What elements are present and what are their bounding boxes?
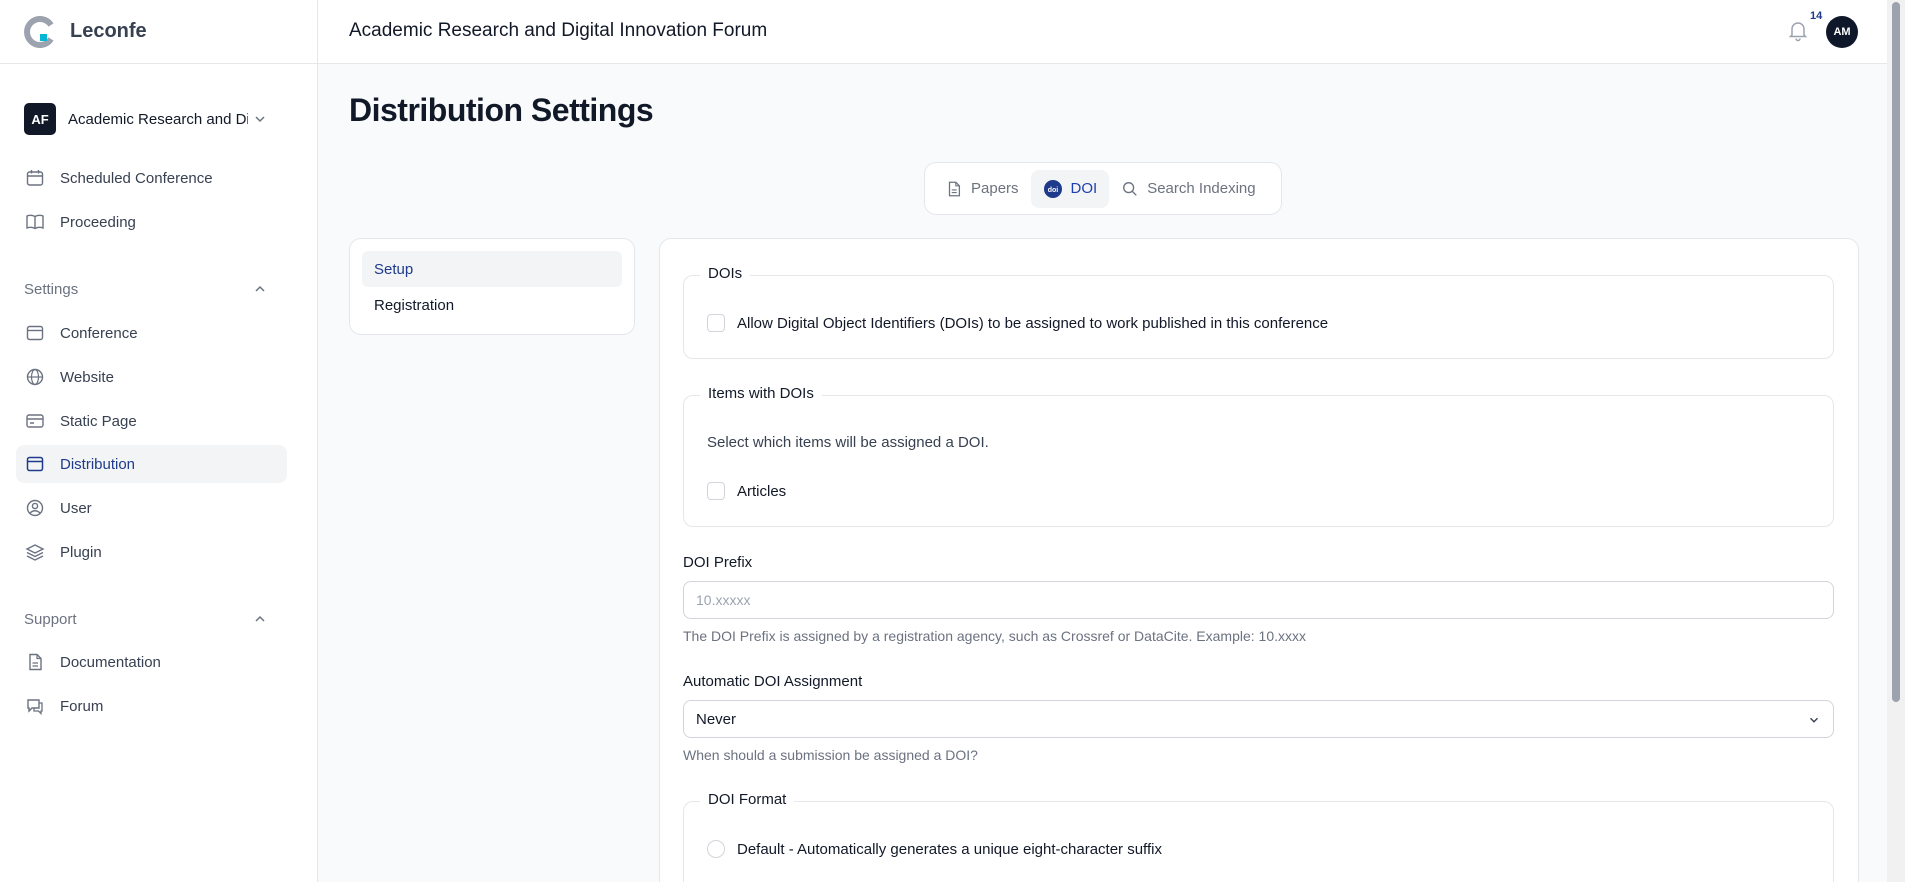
sidebar-item-label: Website [60,368,114,386]
book-icon [24,211,46,233]
subnav-item-registration[interactable]: Registration [362,287,622,323]
sidebar-item-scheduled-conference[interactable]: Scheduled Conference [16,159,287,197]
fieldset-legend: DOI Format [700,791,795,808]
fieldset-legend: DOIs [700,265,751,282]
allow-dois-option[interactable]: Allow Digital Object Identifiers (DOIs) … [707,314,1328,332]
user-circle-icon [24,497,46,519]
sidebar-group-settings[interactable]: Settings [24,277,278,301]
sidebar-group-support[interactable]: Support [24,607,278,631]
sidebar-item-website[interactable]: Website [16,358,287,396]
document-icon [24,651,46,673]
doi-prefix-label: DOI Prefix [683,554,753,571]
subnav-item-setup[interactable]: Setup [362,251,622,287]
page-title: Distribution Settings [349,92,654,128]
brand-name: Leconfe [70,20,147,42]
sidebar-item-proceeding[interactable]: Proceeding [16,203,287,241]
leconfe-logo-icon [24,15,56,48]
document-icon [945,180,963,198]
sidebar-item-user[interactable]: User [16,489,287,527]
tab-label: Search Indexing [1147,180,1256,197]
globe-icon [24,366,46,388]
brand[interactable]: Leconfe [0,0,317,64]
sidebar-item-label: Distribution [60,455,136,473]
calendar-icon [24,167,46,189]
notification-count: 14 [1810,10,1823,22]
tab-label: DOI [1070,180,1098,197]
conference-name: Academic Research and Digital Innovation… [68,110,248,128]
articles-option[interactable]: Articles [707,482,786,500]
doi-icon: doi [1043,179,1063,199]
tab-papers[interactable]: Papers [933,170,1031,208]
window-icon [24,322,46,344]
sidebar-item-label: Scheduled Conference [60,169,213,187]
layers-icon [24,541,46,563]
chevron-down-icon [252,111,268,132]
chat-icon [24,695,46,717]
doi-format-fieldset: DOI Format Default - Automatically gener… [683,791,1834,882]
sidebar-item-label: Conference [60,324,138,342]
window-icon [24,453,46,475]
doi-prefix-help: The DOI Prefix is assigned by a registra… [683,628,1306,644]
checkbox-label: Articles [737,482,787,500]
group-label: Settings [24,280,79,298]
tab-label: Papers [971,180,1019,197]
svg-text:doi: doi [1047,187,1058,194]
header-title: Academic Research and Digital Innovation… [349,20,768,41]
sidebar-item-conference[interactable]: Conference [16,314,287,352]
sidebar-item-label: Forum [60,697,104,715]
sidebar-item-label: Proceeding [60,213,136,231]
items-with-dois-fieldset: Items with DOIs Select which items will … [683,385,1834,527]
fieldset-legend: Items with DOIs [700,385,822,402]
radio-label: Default - Automatically generates a uniq… [737,840,1162,858]
conference-badge: AF [24,103,56,135]
sidebar-item-static-page[interactable]: Static Page [16,402,287,440]
sidebar-item-distribution[interactable]: Distribution [16,445,287,483]
distribution-tabs: Papers doi DOI Search Indexing [924,162,1282,215]
tab-doi[interactable]: doi DOI [1030,169,1110,208]
top-bar: Academic Research and Digital Innovation… [318,0,1887,64]
automatic-doi-assignment-help: When should a submission be assigned a D… [683,747,978,763]
items-help-text: Select which items will be assigned a DO… [707,434,989,451]
sidebar-item-label: Plugin [60,543,102,561]
doi-format-default-option[interactable]: Default - Automatically generates a uniq… [707,840,1162,858]
chevron-up-icon [252,281,268,301]
chevron-up-icon [252,611,268,631]
group-label: Support [24,610,77,628]
automatic-doi-assignment-label: Automatic DOI Assignment [683,673,863,690]
card-icon [24,410,46,432]
doi-settings-panel: DOIs Allow Digital Object Identifiers (D… [659,238,1859,882]
dois-fieldset: DOIs Allow Digital Object Identifiers (D… [683,265,1834,359]
sidebar-item-label: Documentation [60,653,161,671]
checkbox-label: Allow Digital Object Identifiers (DOIs) … [737,314,1329,332]
scrollbar[interactable] [1887,0,1905,882]
sidebar-item-label: Static Page [60,412,137,430]
sidebar-item-documentation[interactable]: Documentation [16,643,287,681]
conference-switcher[interactable]: AF Academic Research and Digital Innovat… [24,103,278,135]
scrollbar-thumb[interactable] [1892,2,1900,702]
avatar[interactable]: AM [1826,16,1858,48]
sidebar-item-forum[interactable]: Forum [16,687,287,725]
settings-subnav: Setup Registration [349,238,635,335]
allow-dois-checkbox[interactable] [707,314,725,332]
bell-icon[interactable] [1786,18,1810,47]
sidebar: Leconfe AF Academic Research and Digital… [0,0,318,882]
chevron-down-icon [1807,713,1821,731]
tab-search-indexing[interactable]: Search Indexing [1109,170,1267,208]
articles-checkbox[interactable] [707,482,725,500]
doi-format-default-radio[interactable] [707,840,725,858]
select-value: Never [696,710,737,728]
sidebar-item-plugin[interactable]: Plugin [16,533,287,571]
sidebar-item-label: User [60,499,92,517]
automatic-doi-assignment-select[interactable]: Never [683,700,1834,738]
doi-prefix-input[interactable] [683,581,1834,619]
search-icon [1121,180,1139,198]
